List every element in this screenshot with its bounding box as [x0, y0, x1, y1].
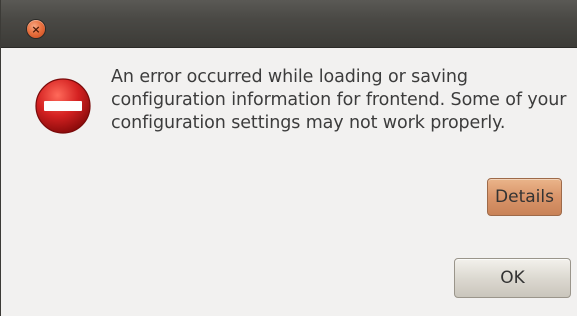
titlebar[interactable]: × [1, 0, 577, 48]
error-dialog-window: × An error occurred while loading or sav… [0, 0, 577, 316]
ok-button[interactable]: OK [454, 258, 571, 298]
close-icon: × [31, 22, 41, 36]
error-message: An error occurred while loading or savin… [111, 67, 567, 133]
error-icon [35, 78, 91, 134]
details-button[interactable]: Details [487, 178, 562, 216]
close-button[interactable]: × [27, 20, 45, 38]
